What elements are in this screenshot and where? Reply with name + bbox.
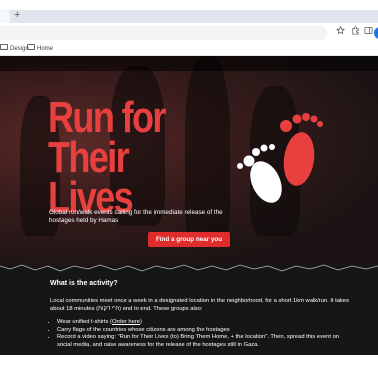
find-group-button[interactable]: Find a group near you (148, 232, 230, 247)
bookmark-home[interactable]: Home (27, 43, 53, 55)
activity-list: Wear unified t-shirts (Order here) Carry… (50, 319, 350, 349)
webpage: Run for Their Lives Global run/walk even… (0, 56, 378, 355)
white-footprint-icon (237, 144, 282, 203)
torn-edge-divider (0, 264, 378, 276)
bookmark-label: Design (10, 46, 29, 52)
hero-title: Run for Their Lives (48, 96, 212, 220)
list-item: Wear unified t-shirts (Order here) (57, 319, 350, 327)
about-section: What is the activity? Local communities … (50, 280, 350, 349)
new-tab-button[interactable]: + (14, 10, 20, 22)
footprints-icon (237, 113, 323, 203)
list-item-text: ) (140, 319, 142, 325)
list-item: Record a video saying: "Run for Their Li… (57, 334, 350, 349)
tab-strip: + (0, 10, 378, 23)
hero-section: Run for Their Lives Global run/walk even… (0, 56, 378, 266)
order-here-link[interactable]: Order here (112, 319, 140, 325)
sidebar-icon[interactable] (361, 26, 375, 40)
bookmark-star-icon[interactable] (333, 25, 347, 40)
folder-icon (0, 44, 8, 51)
about-heading: What is the activity? (50, 280, 118, 287)
list-item: Carry flags of the countries whose citiz… (57, 327, 350, 335)
site-header (0, 56, 378, 71)
hero-subtitle: Global run/walk events calling for the i… (49, 209, 223, 224)
red-footprint-icon (280, 113, 323, 186)
bookmarks-bar: Design Home (0, 43, 378, 56)
active-tab[interactable] (0, 10, 10, 23)
address-bar[interactable] (0, 26, 327, 40)
bookmark-label: Home (37, 46, 54, 52)
folder-icon (27, 44, 35, 51)
list-item-text: Wear unified t-shirts ( (57, 319, 112, 325)
bookmark-design[interactable]: Design (0, 43, 29, 55)
extensions-icon[interactable] (348, 26, 362, 40)
browser-toolbar (0, 23, 378, 43)
browser-window: + Design Home Run for Their Lives Global… (0, 10, 378, 355)
about-intro: Local communities meet once a week in a … (50, 298, 350, 312)
page-margin (0, 355, 378, 378)
